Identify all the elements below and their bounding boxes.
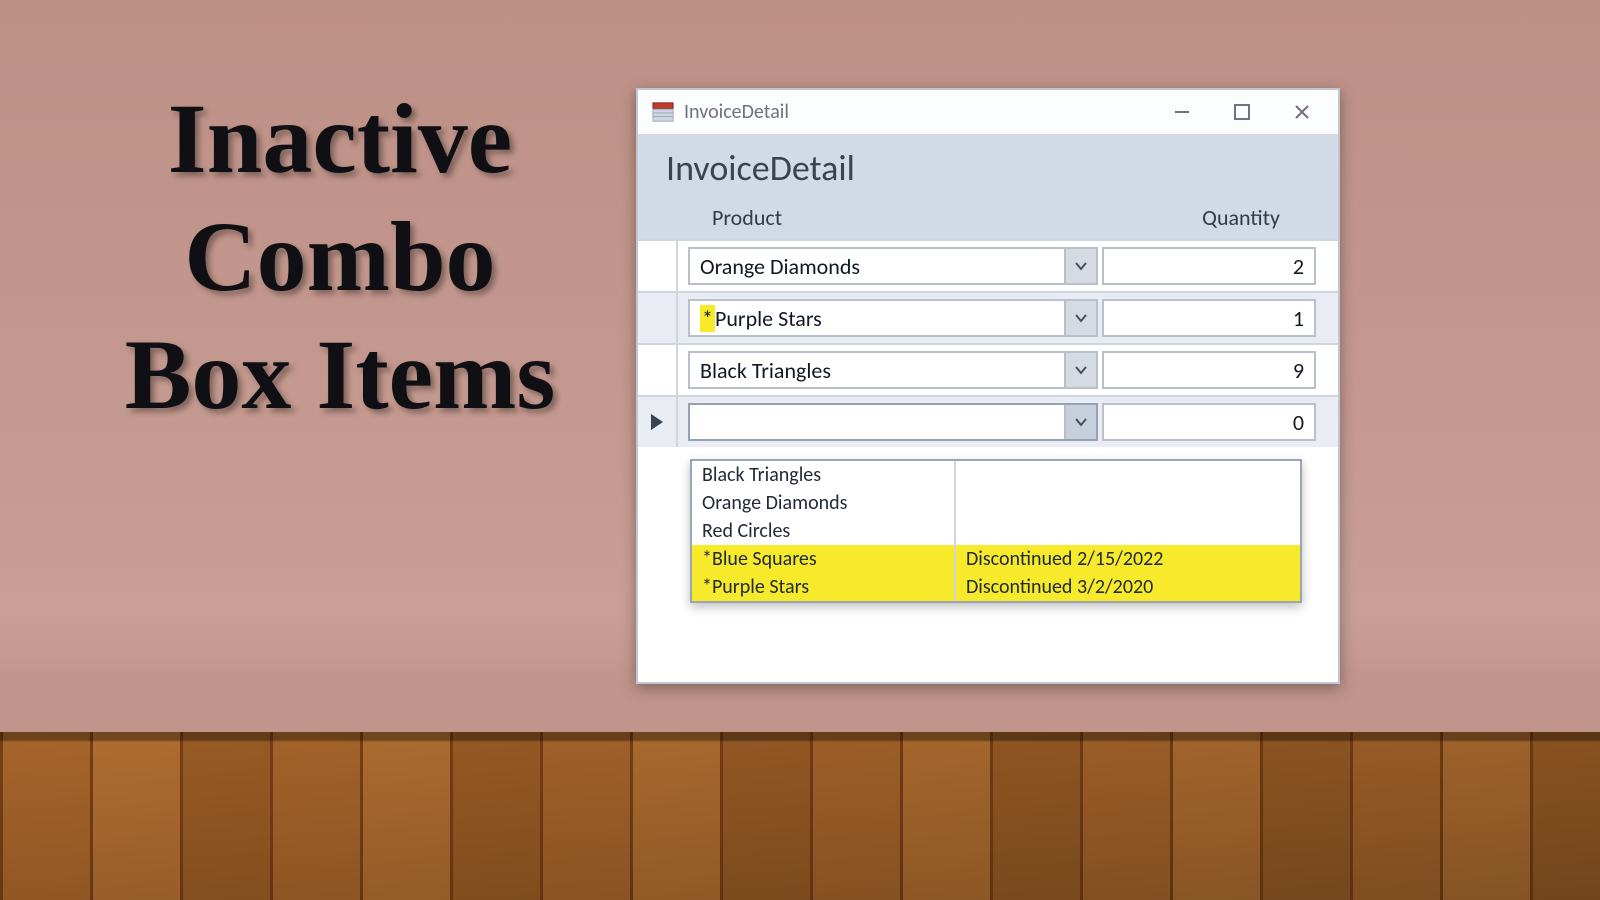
- quantity-field[interactable]: 1: [1102, 299, 1316, 337]
- list-item[interactable]: Black Triangles: [692, 461, 1300, 489]
- row-selector[interactable]: [638, 345, 678, 395]
- combo-value: [690, 405, 1064, 439]
- list-item[interactable]: *Purple StarsDiscontinued 3/2/2020: [692, 573, 1300, 601]
- product-combo[interactable]: Black Triangles: [688, 351, 1098, 389]
- list-item[interactable]: Orange Diamonds: [692, 489, 1300, 517]
- form-header: InvoiceDetail Product Quantity: [638, 136, 1338, 239]
- combo-dropdown-button[interactable]: [1064, 249, 1096, 283]
- column-header-quantity: Quantity: [1120, 204, 1280, 231]
- list-item[interactable]: Red Circles: [692, 517, 1300, 545]
- product-combo[interactable]: [688, 403, 1098, 441]
- list-item[interactable]: *Blue SquaresDiscontinued 2/15/2022: [692, 545, 1300, 573]
- hero-title: Inactive Combo Box Items: [100, 80, 580, 434]
- form-icon: [652, 101, 674, 123]
- combo-dropdown-button[interactable]: [1064, 353, 1096, 387]
- row-selector-current[interactable]: [638, 397, 678, 447]
- combo-dropdown-button[interactable]: [1064, 405, 1096, 439]
- table-row: 0: [638, 395, 1338, 447]
- combo-dropdown-button[interactable]: [1064, 301, 1096, 335]
- quantity-field[interactable]: 9: [1102, 351, 1316, 389]
- close-button[interactable]: [1272, 92, 1332, 132]
- combo-value: Black Triangles: [690, 353, 1064, 387]
- row-selector[interactable]: [638, 293, 678, 343]
- combo-value: Orange Diamonds: [690, 249, 1064, 283]
- quantity-field[interactable]: 0: [1102, 403, 1316, 441]
- combo-dropdown-list: Black Triangles Orange Diamonds Red Circ…: [690, 459, 1302, 603]
- inactive-marker-icon: *: [700, 305, 715, 332]
- floor-decor: [0, 732, 1600, 900]
- product-combo[interactable]: *Purple Stars: [688, 299, 1098, 337]
- invoice-detail-window: InvoiceDetail InvoiceDetail Product Quan…: [636, 88, 1340, 684]
- window-titlebar: InvoiceDetail: [638, 90, 1338, 136]
- combo-value: *Purple Stars: [690, 301, 1064, 335]
- maximize-button[interactable]: [1212, 92, 1272, 132]
- table-row: Orange Diamonds 2: [638, 239, 1338, 291]
- quantity-field[interactable]: 2: [1102, 247, 1316, 285]
- table-row: Black Triangles 9: [638, 343, 1338, 395]
- table-row: *Purple Stars 1: [638, 291, 1338, 343]
- column-header-product: Product: [712, 204, 1112, 231]
- form-title: InvoiceDetail: [666, 146, 1320, 190]
- minimize-button[interactable]: [1152, 92, 1212, 132]
- product-combo[interactable]: Orange Diamonds: [688, 247, 1098, 285]
- row-selector[interactable]: [638, 241, 678, 291]
- window-title: InvoiceDetail: [684, 100, 789, 124]
- datasheet-grid: Orange Diamonds 2 *Purple Stars: [638, 239, 1338, 447]
